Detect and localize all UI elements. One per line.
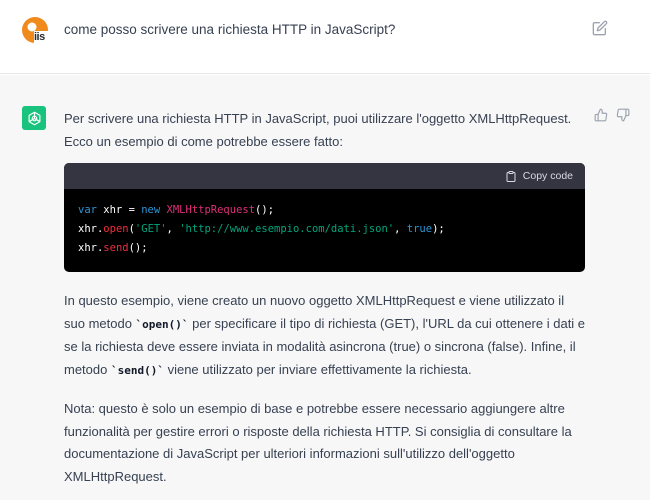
code-token: new (141, 204, 161, 216)
avatar-label: iis (34, 31, 45, 43)
code-token: send (103, 242, 129, 254)
code-block-header: Copy code (64, 163, 585, 189)
edit-button[interactable] (592, 20, 610, 38)
user-message-text: come posso scrivere una richiesta HTTP i… (64, 22, 396, 37)
code-line: xhr.open('GET', 'http://www.esempio.com/… (78, 220, 571, 239)
code-token: XMLHttpRequest (166, 204, 256, 216)
inline-code: `open()` (135, 317, 189, 331)
copy-code-button[interactable]: Copy code (505, 168, 573, 184)
code-token: true (406, 223, 433, 235)
thumbs-up-icon (594, 108, 608, 122)
code-token: 'http://www.esempio.com/dati.json' (179, 223, 395, 235)
code-token: (); (255, 204, 275, 216)
code-token: , (394, 223, 407, 235)
assistant-message-content: Per scrivere una richiesta HTTP in JavaS… (64, 108, 588, 500)
copy-code-label: Copy code (522, 170, 573, 182)
code-content: var xhr = new XMLHttpRequest(); xhr.open(… (64, 189, 585, 272)
note-paragraph: Nota: questo è solo un esempio di base e… (64, 401, 572, 484)
thumbs-up-button[interactable] (594, 108, 610, 124)
clipboard-icon (506, 170, 516, 182)
code-token: xhr. (78, 242, 104, 254)
code-token: ); (432, 223, 445, 235)
openai-logo-icon (22, 106, 46, 130)
user-message-row: iis come posso scrivere una richiesta HT… (0, 0, 650, 74)
edit-icon (592, 20, 608, 36)
code-token: open (103, 223, 129, 235)
code-token: 'GET' (134, 223, 167, 235)
code-line: xhr.send(); (78, 239, 571, 258)
assistant-message-row: Per scrivere una richiesta HTTP in JavaS… (0, 75, 650, 500)
code-token: xhr. (78, 223, 104, 235)
inline-code: `send()` (110, 363, 164, 377)
code-token: , (166, 223, 180, 235)
code-token: var (78, 204, 97, 216)
thumbs-down-icon (616, 108, 630, 122)
code-line: var xhr = new XMLHttpRequest(); (78, 201, 571, 220)
code-block: Copy code var xhr = new XMLHttpRequest()… (64, 163, 585, 272)
intro-paragraph: Per scrivere una richiesta HTTP in JavaS… (64, 111, 572, 149)
code-token: xhr = (96, 204, 142, 216)
paragraph-text: viene utilizzato per inviare effettivame… (163, 361, 472, 377)
thumbs-down-button[interactable] (616, 108, 632, 124)
explanation-paragraph: In questo esempio, viene creato un nuovo… (64, 290, 588, 382)
code-token: (); (128, 242, 148, 254)
